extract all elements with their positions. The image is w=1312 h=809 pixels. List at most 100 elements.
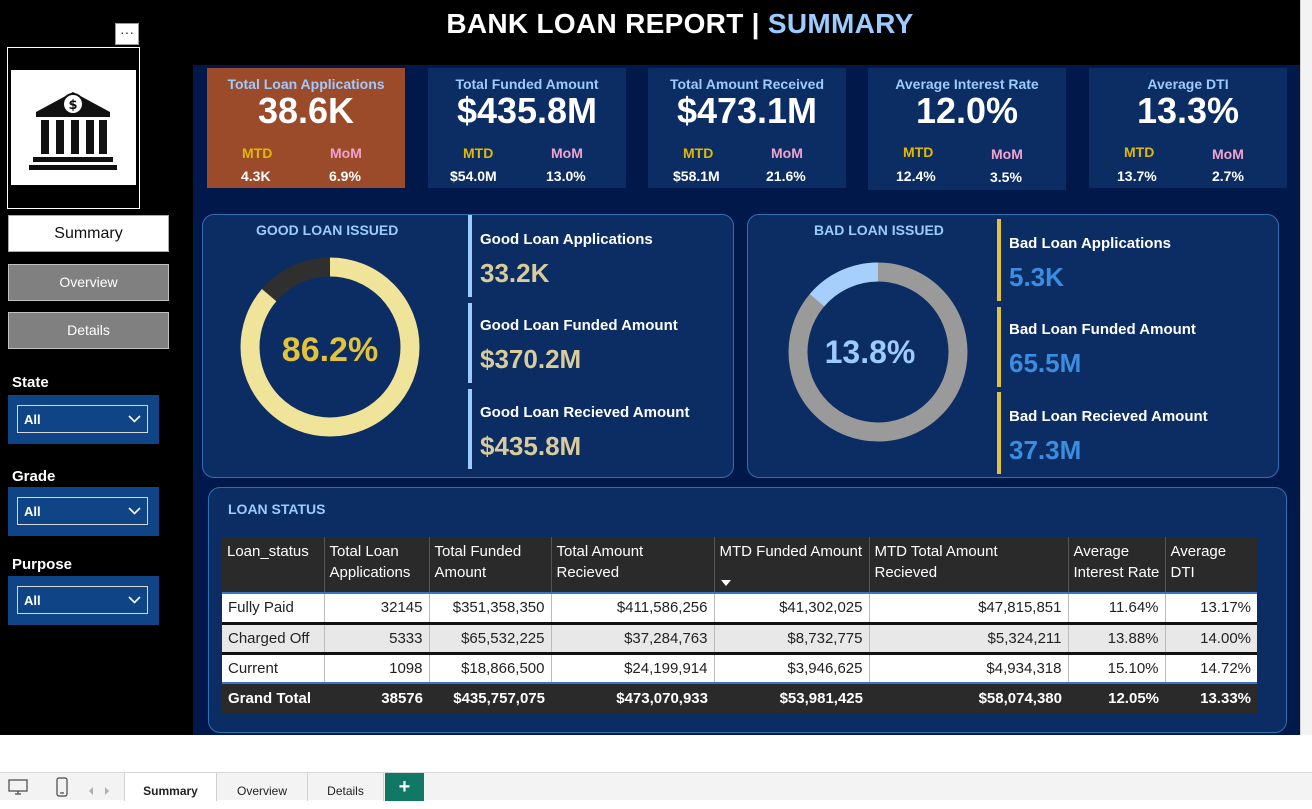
metric-divider: [997, 392, 1001, 474]
kpi-mom-value: 13.0%: [546, 168, 586, 184]
loan-status-title: LOAN STATUS: [228, 501, 326, 517]
good-loan-applications-value: 33.2K: [480, 258, 550, 288]
column-header[interactable]: Average Interest Rate: [1067, 537, 1165, 593]
table-cell: 11.64%: [1067, 592, 1165, 623]
state-slicer-label: State: [12, 374, 49, 391]
chevron-down-icon: [128, 596, 141, 604]
kpi-mom-label: MoM: [551, 145, 583, 161]
table-cell: $41,302,025: [713, 592, 869, 623]
report-canvas: BANK LOAN REPORT | SUMMARY ··· $ Summary…: [0, 0, 1300, 735]
table-cell: $4,934,318: [868, 651, 1068, 683]
kpi-average-dti: Average DTI 13.3% MTD MoM 13.7% 2.7%: [1089, 68, 1287, 188]
filters-pane-edge[interactable]: [1300, 0, 1312, 735]
table-row[interactable]: Charged Off 5333 $65,532,225 $37,284,763…: [222, 621, 1257, 653]
bad-loan-received-value: 37.3M: [1009, 435, 1082, 465]
kpi-mtd-label: MTD: [463, 145, 494, 161]
bad-loan-received-label: Bad Loan Recieved Amount: [1009, 408, 1208, 425]
table-cell: Fully Paid: [222, 592, 324, 623]
bad-loan-applications-value: 5.3K: [1009, 262, 1064, 292]
svg-text:$: $: [68, 98, 77, 113]
table-cell: 14.00%: [1164, 621, 1257, 653]
column-header[interactable]: Total Loan Applications: [323, 537, 429, 593]
kpi-value: 12.0%: [915, 90, 1019, 131]
table-row[interactable]: Current 1098 $18,866,500 $24,199,914 $3,…: [222, 651, 1257, 683]
kpi-average-interest-rate: Average Interest Rate 12.0% MTD MoM 12.4…: [868, 68, 1066, 190]
metric-divider: [997, 219, 1001, 301]
purpose-dropdown[interactable]: All: [17, 586, 148, 614]
grade-dropdown[interactable]: All: [17, 497, 148, 525]
nav-details-button[interactable]: Details: [8, 312, 169, 349]
nav-summary-button[interactable]: Summary: [8, 215, 169, 252]
sort-descending-icon[interactable]: [720, 580, 731, 586]
metric-divider: [468, 389, 472, 469]
good-loan-funded-value: $370.2M: [480, 344, 582, 374]
page-tab-summary[interactable]: Summary: [124, 773, 217, 801]
column-header[interactable]: Loan_status: [222, 537, 324, 593]
kpi-mtd-value: $54.0M: [450, 168, 497, 184]
table-row[interactable]: Fully Paid 32145 $351,358,350 $411,586,2…: [222, 592, 1257, 623]
table-cell: Charged Off: [222, 621, 324, 653]
bad-loan-percent: 13.8%: [825, 334, 916, 370]
page-tab-overview[interactable]: Overview: [217, 773, 308, 801]
table-cell: $18,866,500: [428, 651, 551, 683]
phone-icon[interactable]: [56, 777, 68, 802]
table-cell: 13.88%: [1067, 621, 1165, 653]
kpi-mtd-label: MTD: [242, 145, 273, 161]
table-cell: $53,981,425: [714, 682, 869, 713]
chevron-right-icon[interactable]: [104, 782, 110, 800]
table-cell: 13.17%: [1164, 592, 1257, 623]
nav-overview-button[interactable]: Overview: [8, 264, 169, 301]
table-cell: $47,815,851: [868, 592, 1068, 623]
state-dropdown[interactable]: All: [17, 405, 148, 433]
kpi-mom-label: MoM: [991, 146, 1023, 162]
column-header[interactable]: Total Funded Amount: [428, 537, 551, 593]
kpi-value: 38.6K: [257, 90, 355, 131]
bad-loan-funded-value: 65.5M: [1009, 348, 1082, 378]
page-tab-details[interactable]: Details: [308, 773, 384, 801]
table-cell: $411,586,256: [550, 592, 714, 623]
bad-loan-funded-label: Bad Loan Funded Amount: [1009, 321, 1196, 338]
good-loan-percent: 86.2%: [282, 331, 378, 369]
bad-loan-applications-label: Bad Loan Applications: [1009, 235, 1171, 252]
loan-status-table: Loan_status Total Loan Applications Tota…: [222, 537, 1257, 713]
page-tab-bar: Summary Overview Details +: [0, 772, 1312, 802]
table-cell: 14.72%: [1164, 651, 1257, 683]
more-options-button[interactable]: ···: [115, 23, 139, 45]
report-title: BANK LOAN REPORT | SUMMARY: [446, 8, 914, 39]
state-slicer: All: [8, 395, 159, 444]
kpi-mom-value: 3.5%: [990, 169, 1022, 185]
kpi-mtd-value: $58.1M: [673, 168, 720, 184]
kpi-mtd-label: MTD: [903, 144, 934, 160]
kpi-total-funded-amount: Total Funded Amount $435.8M MTD MoM $54.…: [428, 68, 626, 188]
table-cell: 13.33%: [1165, 682, 1257, 713]
kpi-mom-value: 21.6%: [766, 168, 806, 184]
chevron-down-icon: [128, 507, 141, 515]
chevron-down-icon: [128, 415, 141, 423]
good-loan-title: GOOD LOAN ISSUED: [256, 222, 399, 238]
chevron-left-icon[interactable]: [88, 782, 94, 800]
kpi-mom-label: MoM: [330, 145, 362, 161]
table-cell: $58,074,380: [869, 682, 1068, 713]
table-cell: $8,732,775: [713, 621, 869, 653]
metric-divider: [468, 303, 472, 383]
table-total-row[interactable]: Grand Total 38576 $435,757,075 $473,070,…: [222, 682, 1257, 713]
table-cell: 32145: [323, 592, 429, 623]
column-header[interactable]: Total Amount Recieved: [550, 537, 714, 593]
bad-loan-panel: BAD LOAN ISSUED 13.8% Bad Loan Applicati…: [747, 214, 1279, 478]
column-header[interactable]: Average DTI: [1164, 537, 1257, 593]
kpi-mom-label: MoM: [771, 145, 803, 161]
purpose-slicer-label: Purpose: [12, 556, 73, 573]
grade-slicer-label: Grade: [12, 468, 56, 485]
desktop-icon[interactable]: [8, 778, 28, 801]
column-header[interactable]: MTD Funded Amount: [713, 537, 869, 593]
kpi-value: 13.3%: [1136, 90, 1240, 131]
table-header-row: Loan_status Total Loan Applications Tota…: [222, 537, 1257, 593]
table-cell: Current: [222, 651, 324, 683]
grade-slicer: All: [8, 487, 159, 536]
kpi-mtd-value: 4.3K: [241, 168, 271, 184]
column-header[interactable]: MTD Total Amount Recieved: [868, 537, 1068, 593]
add-page-button[interactable]: +: [385, 773, 424, 801]
bank-icon: $: [11, 70, 136, 185]
table-cell: 38576: [324, 682, 429, 713]
table-cell: 5333: [323, 621, 429, 653]
